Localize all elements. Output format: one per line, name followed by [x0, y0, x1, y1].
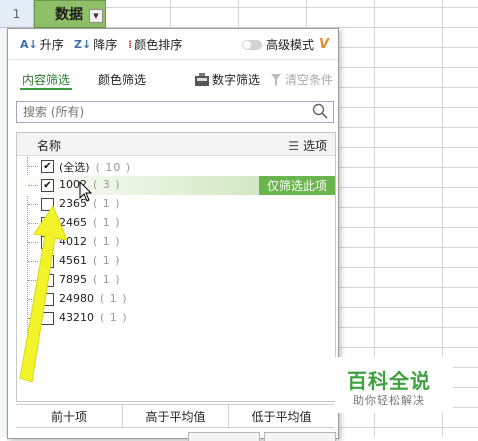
name-column-header: 名称: [37, 139, 62, 153]
checkbox[interactable]: [41, 293, 54, 306]
tab-content-filter[interactable]: 内容筛选: [22, 71, 70, 88]
item-label: 4012: [59, 235, 87, 248]
search-icon[interactable]: [312, 103, 328, 119]
item-label: 7895: [59, 273, 87, 286]
options-label: 选项: [302, 139, 327, 153]
vip-badge-icon: V: [319, 37, 330, 52]
item-count: ( 1 ): [93, 273, 121, 286]
filter-tabs: 内容筛选 颜色筛选 数字筛选 清空条件: [8, 65, 338, 93]
tree-connector: [28, 166, 38, 167]
color-sort-icon: ⁞: [128, 38, 133, 51]
tree-connector: [28, 185, 38, 186]
checkbox[interactable]: [41, 198, 54, 211]
search-box: [16, 101, 334, 123]
clear-condition-label: 清空条件: [285, 73, 334, 87]
tree-connector: [28, 280, 38, 281]
list-item[interactable]: 2465 ( 1 ): [17, 214, 335, 233]
filter-panel: A↓ 升序 Z↓ 降序 ⁞ 颜色排序 高级模式 V 内容筛选 颜色筛选 数字筛选: [7, 28, 339, 441]
top-ten-button[interactable]: 前十项: [16, 405, 123, 427]
item-label: 24980: [59, 292, 94, 305]
sort-descending-button[interactable]: Z↓ 降序: [74, 36, 117, 53]
filter-dropdown-button[interactable]: ▼: [89, 9, 103, 23]
advanced-mode-toggle[interactable]: 高级模式 V: [242, 36, 329, 53]
advanced-mode-label: 高级模式: [266, 38, 315, 52]
list-item[interactable]: 7895 ( 1 ): [17, 271, 335, 290]
item-count: ( 1 ): [100, 292, 128, 305]
clear-filter-icon: [271, 73, 281, 86]
item-label: (全选): [59, 161, 90, 174]
number-filter-label: 数字筛选: [212, 73, 261, 87]
tree-connector: [28, 242, 38, 243]
tree-connector: [28, 299, 38, 300]
options-button[interactable]: ☰ 选项: [288, 137, 327, 154]
sort-ascending-label: 升序: [39, 38, 64, 52]
checkbox[interactable]: [41, 255, 54, 268]
clear-condition-button[interactable]: 清空条件: [270, 71, 333, 88]
toggle-switch[interactable]: [242, 39, 262, 50]
search-input[interactable]: [21, 104, 315, 120]
color-sort-label: 颜色排序: [134, 38, 183, 52]
item-label: 2465: [59, 216, 87, 229]
item-label: 2365: [59, 197, 87, 210]
row-header-1[interactable]: 1: [0, 0, 34, 28]
item-count: ( 10 ): [95, 161, 132, 174]
item-label: 43210: [59, 311, 94, 324]
checkbox[interactable]: [41, 274, 54, 287]
options-icon: ☰: [288, 138, 299, 153]
sort-descending-icon: Z↓: [74, 38, 92, 51]
item-count: ( 1 ): [93, 216, 121, 229]
list-header: 名称 ☰ 选项: [17, 133, 335, 156]
quick-filter-bar: 前十项 高于平均值 低于平均值: [16, 404, 334, 428]
checkbox[interactable]: ✔: [41, 179, 54, 192]
list-item[interactable]: 24980 ( 1 ): [17, 290, 335, 309]
tree-connector: [28, 318, 38, 319]
list-item[interactable]: 43210 ( 1 ): [17, 309, 335, 328]
number-filter-button[interactable]: 数字筛选: [194, 71, 260, 88]
checkbox[interactable]: ✔: [41, 160, 54, 173]
list-item[interactable]: 4561 ( 1 ): [17, 252, 335, 271]
tree-connector: [28, 204, 38, 205]
item-label: 1002: [59, 178, 87, 191]
tree-connector: [28, 261, 38, 262]
sort-ascending-icon: A↓: [20, 38, 38, 51]
sort-descending-label: 降序: [93, 38, 118, 52]
sort-ascending-button[interactable]: A↓ 升序: [20, 36, 64, 53]
watermark-title: 百科全说: [347, 369, 431, 393]
list-item[interactable]: ✔ 1002 ( 3 ) 仅筛选此项: [17, 176, 335, 195]
item-label: 4561: [59, 254, 87, 267]
list-item[interactable]: ✔ (全选) ( 10 ): [17, 157, 335, 176]
item-count: ( 1 ): [93, 197, 121, 210]
number-filter-icon: [195, 72, 209, 86]
watermark-logo: 百科全说 助你轻松解决: [335, 357, 453, 413]
checkbox[interactable]: [41, 217, 54, 230]
header-cell-label: 数据: [55, 7, 83, 23]
active-tab-indicator: [20, 88, 72, 90]
list-item[interactable]: 2365 ( 1 ): [17, 195, 335, 214]
value-list: 名称 ☰ 选项 ✔ (全选) ( 10 ) ✔ 1002 ( 3 ) 仅筛选此项 2…: [16, 132, 336, 402]
item-count: ( 3 ): [93, 178, 121, 191]
list-item[interactable]: 4012 ( 1 ): [17, 233, 335, 252]
header-cell-data[interactable]: 数据 ▼: [34, 0, 106, 28]
checkbox[interactable]: [41, 236, 54, 249]
above-average-button[interactable]: 高于平均值: [123, 405, 229, 427]
only-filter-this-button[interactable]: 仅筛选此项: [259, 176, 335, 195]
item-count: ( 1 ): [100, 311, 128, 324]
tab-color-filter[interactable]: 颜色筛选: [98, 71, 146, 88]
item-count: ( 1 ): [93, 235, 121, 248]
filter-toolbar: A↓ 升序 Z↓ 降序 ⁞ 颜色排序 高级模式 V: [8, 29, 338, 60]
watermark-subtitle: 助你轻松解决: [353, 394, 425, 407]
color-sort-button[interactable]: ⁞ 颜色排序: [128, 36, 182, 53]
tree-connector: [28, 223, 38, 224]
checkbox[interactable]: [41, 312, 54, 325]
item-count: ( 1 ): [93, 254, 121, 267]
below-average-button[interactable]: 低于平均值: [229, 405, 334, 427]
